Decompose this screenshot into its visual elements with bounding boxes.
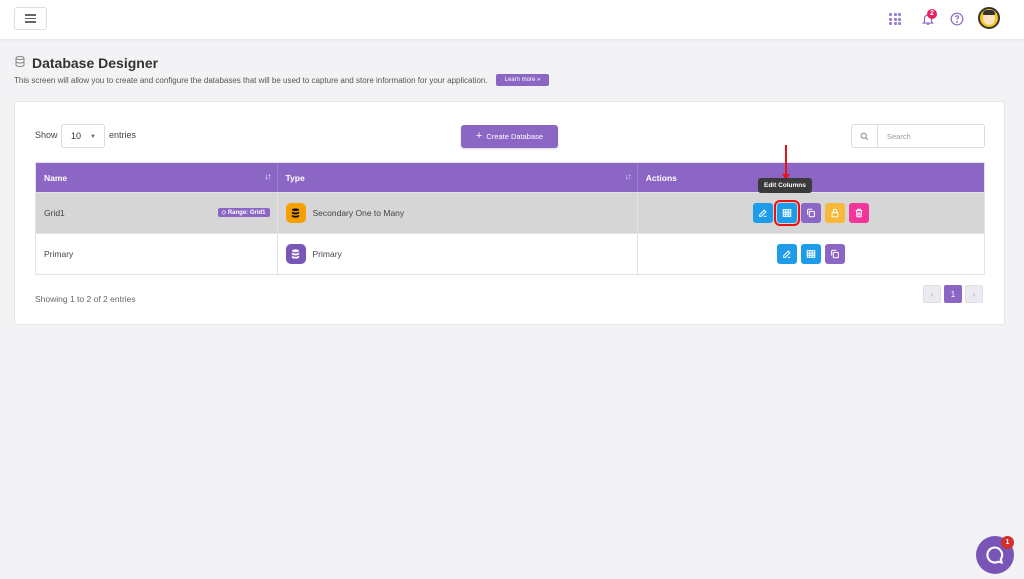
cell-actions: [638, 234, 984, 274]
table-icon: [782, 209, 792, 217]
cell-actions: [638, 193, 984, 233]
entries-label: entries: [109, 130, 137, 140]
edit-columns-button[interactable]: [800, 244, 821, 264]
page-subtitle: This screen will allow you to create and…: [14, 75, 488, 85]
database-type-icon: [285, 203, 306, 223]
page-button-1[interactable]: 1: [944, 285, 962, 303]
entries-select[interactable]: 10 ▼: [61, 124, 105, 148]
learn-more-button[interactable]: Learn more »: [495, 74, 550, 86]
menu-icon[interactable]: [14, 7, 47, 30]
edit-icon: [759, 209, 767, 217]
table-row[interactable]: Grid1 ◇ Range: Grid1 Secondary One to Ma…: [36, 192, 984, 233]
column-header-type[interactable]: Type ↓↑: [278, 163, 638, 192]
cell-name: Grid1 ◇ Range: Grid1: [36, 193, 278, 233]
pagination: ‹ 1 ›: [923, 285, 983, 303]
sort-icon: ↓↑: [624, 172, 632, 181]
prev-page-button[interactable]: ‹: [923, 285, 941, 303]
sort-icon: ↓↑: [264, 172, 272, 181]
lock-button[interactable]: [824, 203, 845, 223]
edit-icon: [783, 250, 791, 258]
range-badge: ◇ Range: Grid1: [217, 208, 270, 217]
copy-icon: [807, 208, 815, 218]
caret-down-icon: ▼: [90, 134, 96, 140]
show-label: Show: [35, 130, 58, 140]
table-row[interactable]: Primary Primary: [36, 233, 984, 274]
search-input[interactable]: [878, 125, 978, 147]
table-icon: [806, 250, 816, 258]
column-header-name[interactable]: Name ↓↑: [36, 163, 278, 192]
next-page-button[interactable]: ›: [965, 285, 983, 303]
copy-icon: [831, 249, 839, 259]
table-header: Name ↓↑ Type ↓↑ Actions: [36, 163, 984, 192]
copy-button[interactable]: [800, 203, 821, 223]
lock-icon: [831, 208, 839, 218]
cell-name: Primary: [36, 234, 278, 274]
trash-icon: [855, 208, 863, 218]
edit-button[interactable]: [776, 244, 797, 264]
create-database-label: Create Database: [486, 132, 544, 141]
delete-button[interactable]: [848, 203, 869, 223]
database-table: Name ↓↑ Type ↓↑ Actions Grid1 ◇ Range: G…: [35, 162, 985, 275]
database-list-card: Show 10 ▼ entries + Create Database Name…: [14, 101, 1005, 325]
create-database-button[interactable]: + Create Database: [461, 125, 558, 148]
chat-bubble-icon: [986, 546, 1004, 564]
copy-button[interactable]: [824, 244, 845, 264]
entries-select-value: 10: [71, 131, 82, 141]
database-type-icon: [285, 244, 306, 264]
database-icon: [14, 55, 26, 71]
search-box: [851, 124, 985, 148]
edit-button[interactable]: [752, 203, 773, 223]
help-icon[interactable]: [947, 9, 967, 29]
tag-icon: ◇: [221, 210, 227, 216]
chat-badge: 1: [1001, 536, 1014, 549]
cell-type: Secondary One to Many: [278, 193, 638, 233]
edit-columns-button[interactable]: [773, 200, 800, 226]
notification-badge: 2: [927, 9, 937, 19]
page-title: Database Designer: [32, 55, 159, 71]
search-icon: [852, 125, 878, 147]
plus-icon: +: [475, 130, 483, 142]
apps-grid-icon[interactable]: [885, 9, 905, 29]
entries-info: Showing 1 to 2 of 2 entries: [35, 294, 136, 304]
page-header: Database Designer This screen will allow…: [14, 55, 550, 86]
top-bar: 2: [0, 0, 1024, 39]
user-avatar[interactable]: [978, 7, 1000, 29]
edit-columns-tooltip: Edit Columns: [758, 178, 812, 193]
cell-type: Primary: [278, 234, 638, 274]
